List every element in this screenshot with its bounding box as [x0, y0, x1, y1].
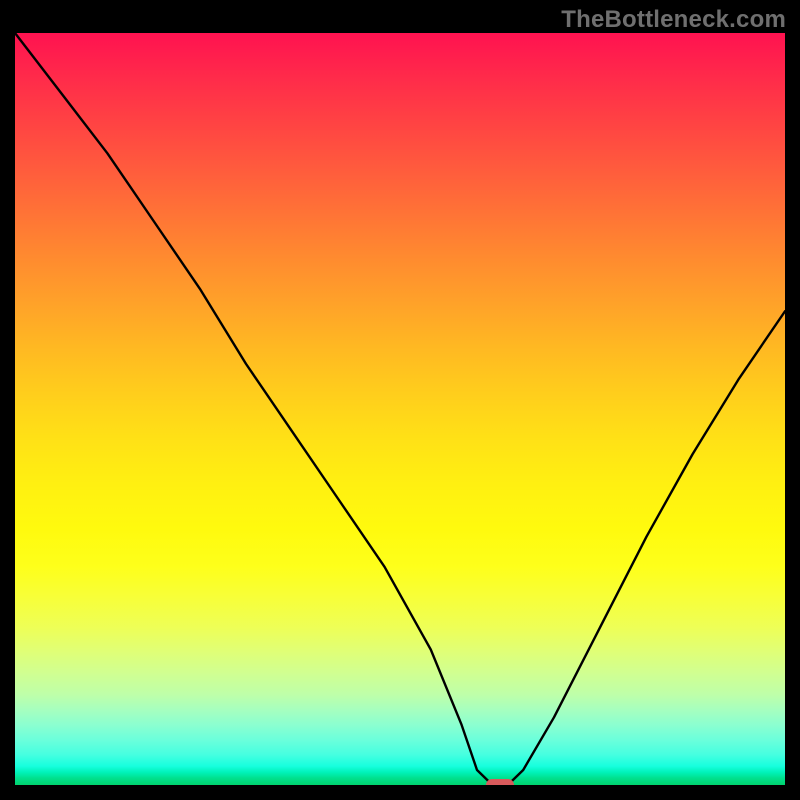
minimum-marker — [486, 779, 514, 785]
curve-svg — [15, 33, 785, 785]
bottleneck-curve-path — [15, 33, 785, 785]
watermark-text: TheBottleneck.com — [561, 6, 786, 34]
bottleneck-chart: TheBottleneck.com — [0, 0, 800, 800]
plot-area — [15, 33, 785, 785]
